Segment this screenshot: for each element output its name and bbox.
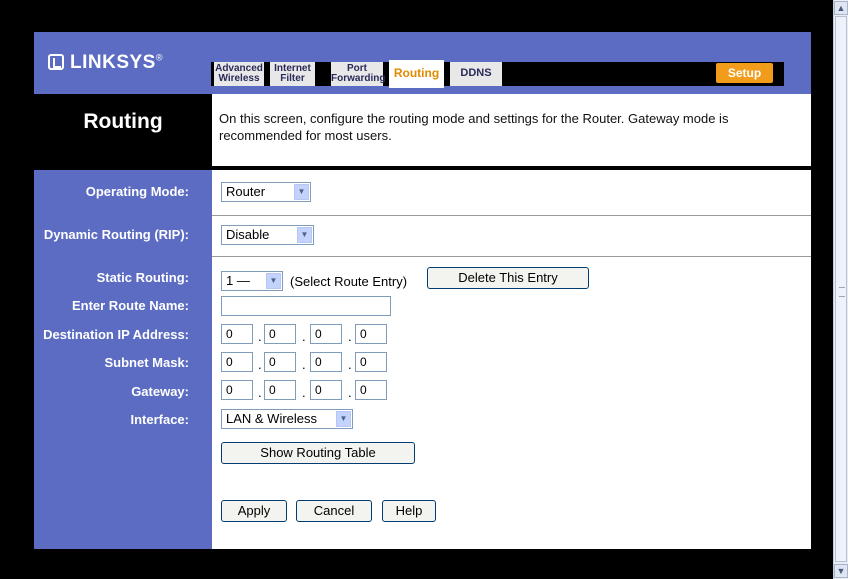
subnet-mask-octet-1[interactable]: 0 (221, 352, 253, 372)
chevron-down-icon: ▼ (266, 273, 281, 289)
ip-dot: . (258, 329, 262, 344)
subnet-mask-octet-4[interactable]: 0 (355, 352, 387, 372)
scroll-down-icon[interactable]: ▼ (834, 564, 848, 578)
gateway-octet-1[interactable]: 0 (221, 380, 253, 400)
route-entry-select[interactable]: 1 — ▼ (221, 271, 283, 291)
ip-dot: . (348, 385, 352, 400)
operating-mode-value: Router (226, 184, 266, 199)
page-description: On this screen, configure the routing mo… (219, 111, 729, 143)
linksys-logo-icon (48, 54, 64, 70)
scrollbar-thumb[interactable] (835, 16, 847, 562)
gateway-octet-3[interactable]: 0 (310, 380, 342, 400)
destination-ip-octet-1[interactable]: 0 (221, 324, 253, 344)
apply-button[interactable]: Apply (221, 500, 287, 522)
linksys-logo: LINKSYS® (48, 52, 163, 74)
tab-internet-filter[interactable]: Internet Filter (270, 62, 315, 86)
route-name-input[interactable] (221, 296, 391, 316)
ip-dot: . (258, 385, 262, 400)
static-routing-label: Static Routing: (96, 270, 189, 285)
interface-value: LAN & Wireless (226, 411, 318, 426)
help-button[interactable]: Help (382, 500, 436, 522)
logo-text: LINKSYS (70, 52, 156, 73)
route-entry-hint: (Select Route Entry) (290, 274, 408, 289)
destination-ip-octet-3[interactable]: 0 (310, 324, 342, 344)
scroll-up-icon[interactable]: ▲ (834, 1, 848, 15)
gateway-octet-4[interactable]: 0 (355, 380, 387, 400)
tab-routing[interactable]: Routing (389, 60, 444, 88)
interface-select[interactable]: LAN & Wireless ▼ (221, 409, 353, 429)
interface-label: Interface: (130, 412, 189, 427)
grip-icon (839, 287, 845, 297)
divider (212, 256, 811, 257)
subnet-mask-octet-3[interactable]: 0 (310, 352, 342, 372)
operating-mode-select[interactable]: Router ▼ (221, 182, 311, 202)
cancel-button[interactable]: Cancel (296, 500, 372, 522)
chevron-down-icon: ▼ (297, 227, 312, 243)
delete-entry-button[interactable]: Delete This Entry (427, 267, 589, 289)
vertical-scrollbar[interactable]: ▲ ▼ (833, 0, 848, 579)
route-name-label: Enter Route Name: (71, 298, 189, 313)
subnet-mask-label: Subnet Mask: (104, 355, 189, 370)
ip-dot: . (302, 329, 306, 344)
ip-dot: . (258, 357, 262, 372)
ip-dot: . (302, 385, 306, 400)
show-routing-table-button[interactable]: Show Routing Table (221, 442, 415, 464)
route-entry-value: 1 — (226, 273, 250, 288)
page-title: Routing (83, 110, 163, 133)
dynamic-routing-select[interactable]: Disable ▼ (221, 225, 314, 245)
divider (212, 215, 811, 216)
destination-ip-label: Destination IP Address: (43, 327, 189, 342)
gateway-octet-2[interactable]: 0 (264, 380, 296, 400)
subnet-mask-octet-2[interactable]: 0 (264, 352, 296, 372)
browser-page: LINKSYS® Advanced Wireless Internet Filt… (0, 0, 832, 579)
setup-button[interactable]: Setup (716, 63, 773, 83)
destination-ip-octet-4[interactable]: 0 (355, 324, 387, 344)
ip-dot: . (348, 357, 352, 372)
chevron-down-icon: ▼ (294, 184, 309, 200)
tab-ddns[interactable]: DDNS (450, 62, 502, 86)
frame-bottom (34, 549, 811, 579)
ip-dot: . (348, 329, 352, 344)
operating-mode-label: Operating Mode: (85, 184, 189, 199)
tab-port-forwarding[interactable]: Port Forwarding (331, 62, 385, 86)
tab-advanced-wireless[interactable]: Advanced Wireless (214, 62, 264, 86)
dynamic-routing-label: Dynamic Routing (RIP): (43, 227, 189, 242)
dynamic-routing-value: Disable (226, 227, 270, 242)
gateway-label: Gateway: (131, 384, 189, 399)
chevron-down-icon: ▼ (336, 411, 351, 427)
ip-dot: . (302, 357, 306, 372)
destination-ip-octet-2[interactable]: 0 (264, 324, 296, 344)
